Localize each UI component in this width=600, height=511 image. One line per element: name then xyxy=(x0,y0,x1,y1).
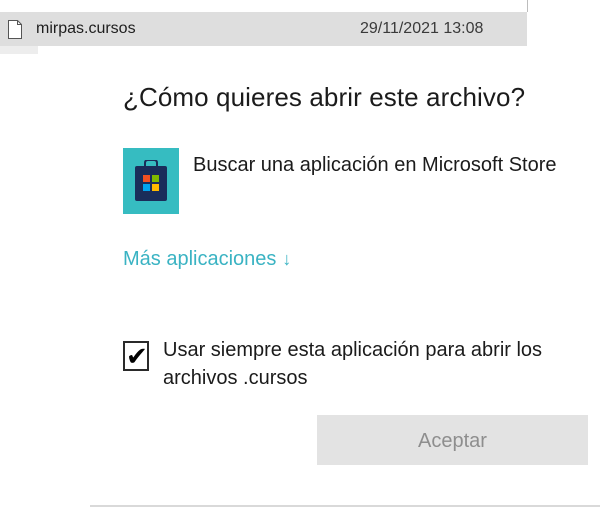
microsoft-store-icon xyxy=(135,160,167,201)
explorer-column-divider xyxy=(527,0,528,12)
microsoft-store-tile[interactable] xyxy=(123,148,179,214)
file-name: mirpas.cursos xyxy=(36,20,136,37)
always-use-checkbox[interactable]: ✔ xyxy=(123,341,149,371)
arrow-down-icon: ↓ xyxy=(282,249,292,269)
dialog-edge xyxy=(0,46,38,54)
file-icon xyxy=(8,20,22,39)
dialog-title: ¿Cómo quieres abrir este archivo? xyxy=(123,82,526,112)
accept-button[interactable]: Aceptar xyxy=(317,415,588,465)
checkmark-icon: ✔ xyxy=(126,341,148,371)
always-use-label[interactable]: Usar siempre esta aplicación para abrir … xyxy=(163,336,563,392)
file-modified-date: 29/11/2021 13:08 xyxy=(360,20,484,37)
explorer-file-row[interactable]: mirpas.cursos 29/11/2021 13:08 xyxy=(0,12,527,46)
more-apps-link[interactable]: Más aplicaciones ↓ xyxy=(123,248,291,271)
screen: mirpas.cursos 29/11/2021 13:08 ¿Cómo qui… xyxy=(0,0,600,511)
more-apps-label: Más aplicaciones xyxy=(123,248,277,270)
dialog-bottom-divider xyxy=(90,505,600,507)
microsoft-store-option-label[interactable]: Buscar una aplicación en Microsoft Store xyxy=(193,154,557,177)
